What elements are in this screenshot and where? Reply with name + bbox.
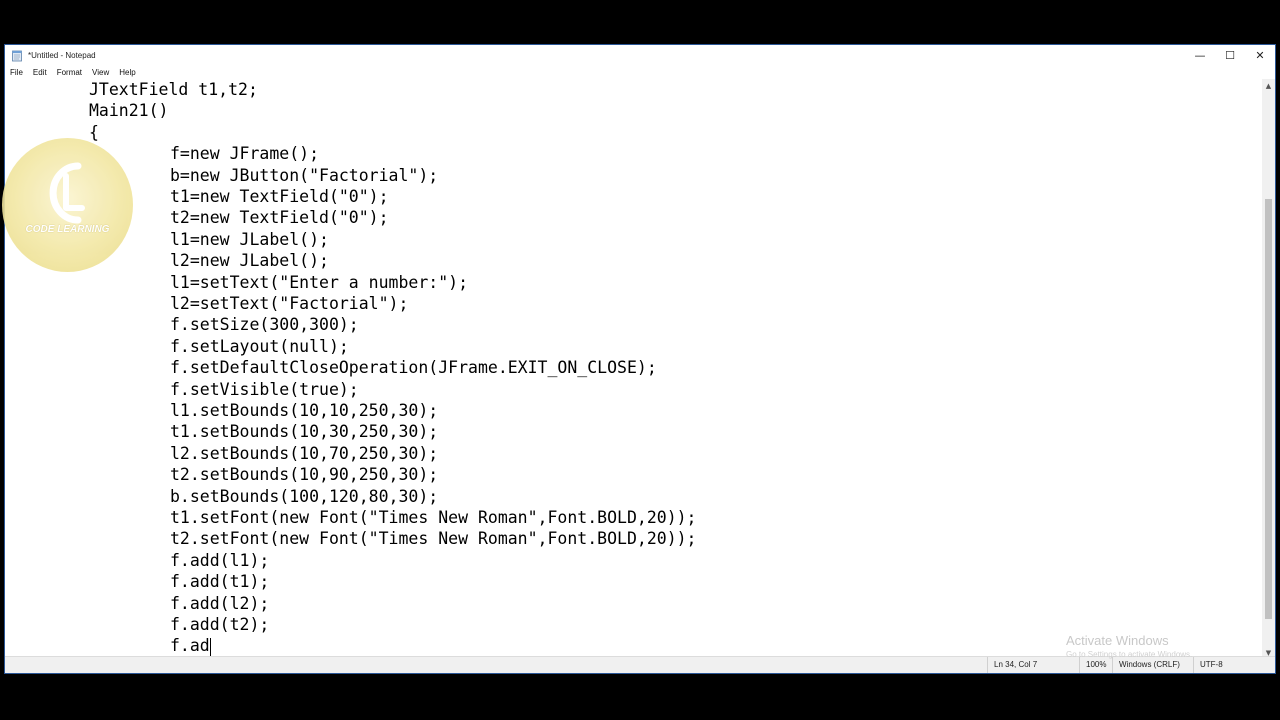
code-learning-logo: CODE LEARNING [2,138,133,272]
window-title: *Untitled - Notepad [28,50,96,60]
line-ending: Windows (CRLF) [1112,657,1196,673]
code-line: t2=new TextField("0"); [170,208,389,228]
code-line: l2=setText("Factorial"); [170,294,409,313]
window-controls: — ☐ ✕ [1185,45,1275,65]
text-editor[interactable]: JTextField t1,t2; Main21() { f=new JFram… [5,79,1263,659]
cursor-position: Ln 34, Col 7 [987,657,1087,673]
activate-subtitle: Go to Settings to activate Windows. [1066,650,1193,659]
code-line: f.setLayout(null); [170,336,349,356]
minimize-button[interactable]: — [1185,45,1215,65]
menu-file[interactable]: File [5,68,28,77]
activate-windows-watermark: Activate Windows Go to Settings to activ… [1066,633,1192,659]
code-line: f.add(l1); [170,550,270,570]
code-line: t1.setBounds(10,30,250,30); [170,422,439,442]
code-line: Main21() [89,101,169,121]
code-line: l2=new JLabel(); [170,251,329,271]
code-line-current-text: f.ad [170,636,210,656]
maximize-button[interactable]: ☐ [1215,45,1245,65]
code-line: t2.setFont(new Font("Times New Roman",Fo… [170,529,697,549]
code-line: f=new JFrame(); [170,144,320,164]
code-line: f.setVisible(true); [170,379,359,399]
notepad-window: *Untitled - Notepad — ☐ ✕ File Edit Form… [4,44,1276,674]
menu-edit[interactable]: Edit [28,68,52,77]
code-line: l1.setBounds(10,10,250,30); [170,401,439,420]
code-line: t2.setBounds(10,90,250,30); [170,465,439,485]
menu-format[interactable]: Format [52,68,87,77]
code-line: l1=setText("Enter a number:"); [170,272,469,292]
code-line: f.setDefaultCloseOperation(JFrame.EXIT_O… [170,358,657,378]
code-line: f.add(t2); [170,615,270,634]
title-bar[interactable]: *Untitled - Notepad — ☐ ✕ [5,45,1275,65]
code-line: t1.setFont(new Font("Times New Roman",Fo… [170,508,697,527]
close-button[interactable]: ✕ [1245,45,1275,65]
menu-bar: File Edit Format View Help [5,65,1275,79]
code-line: b=new JButton("Factorial"); [170,165,439,185]
code-learning-logo-mark [49,162,85,224]
text-caret [209,637,211,656]
activate-title: Activate Windows [1066,633,1169,648]
scrollbar-thumb[interactable] [1265,199,1272,619]
encoding: UTF-8 [1193,657,1263,673]
code-line: l2.setBounds(10,70,250,30); [170,443,439,463]
code-line: l1=new JLabel(); [170,229,329,249]
code-line: { [89,122,99,142]
code-line: t1=new TextField("0"); [170,187,389,206]
code-line: JTextField t1,t2; [89,80,258,99]
vertical-scrollbar[interactable]: ▲ ▼ [1262,79,1275,659]
code-line: b.setBounds(100,120,80,30); [170,486,439,506]
notepad-icon [11,49,23,62]
code-line: f.add(t1); [170,572,270,592]
menu-help[interactable]: Help [114,68,140,77]
code-line: f.add(l2); [170,593,270,613]
scroll-up-icon[interactable]: ▲ [1262,79,1275,92]
code-line-current: f.ad [170,635,211,656]
menu-view[interactable]: View [87,68,114,77]
code-line: f.setSize(300,300); [170,315,359,335]
code-learning-logo-text: CODE LEARNING [25,224,110,235]
